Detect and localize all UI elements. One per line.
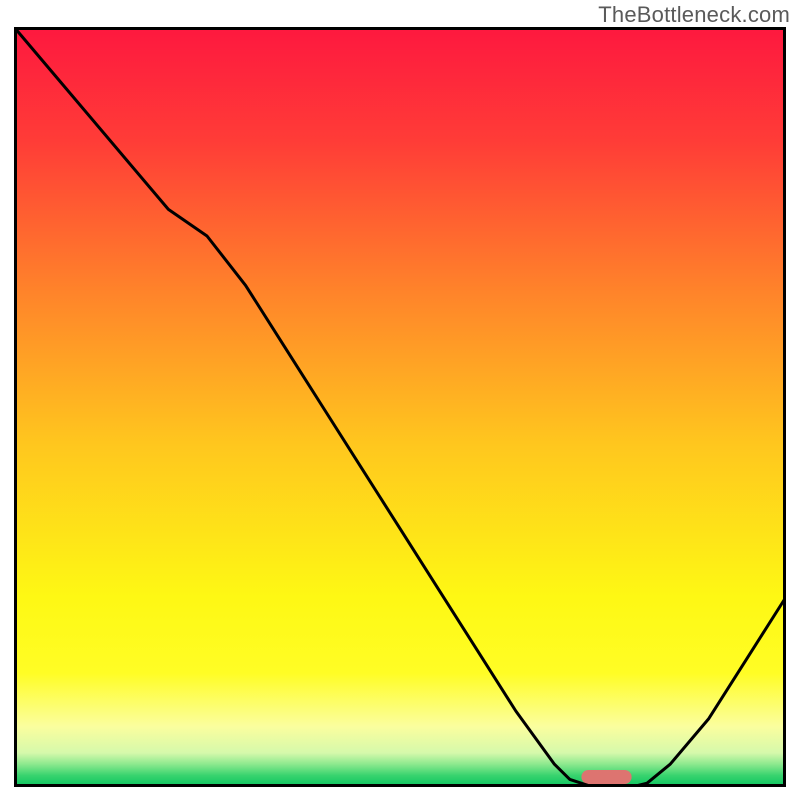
chart-svg	[14, 27, 786, 787]
chart-plot	[14, 27, 786, 787]
watermark-label: TheBottleneck.com	[598, 2, 790, 28]
selected-range-marker	[581, 770, 631, 784]
chart-container: TheBottleneck.com	[0, 0, 800, 800]
